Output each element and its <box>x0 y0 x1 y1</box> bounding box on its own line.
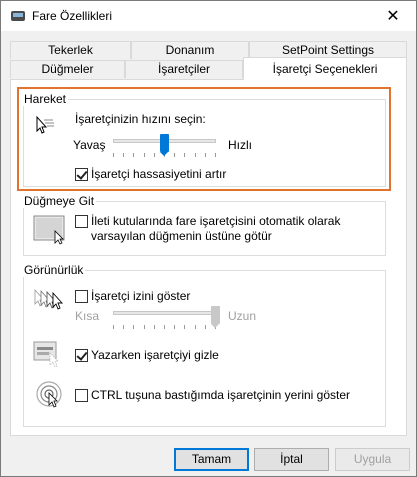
tab-wheel[interactable]: Tekerlek <box>10 41 131 59</box>
snap-to-label-line1[interactable]: İleti kutularında fare işaretçisini otom… <box>91 214 340 228</box>
tab-label: Düğmeler <box>41 62 94 76</box>
slider-tick <box>174 325 175 329</box>
trails-slider-track[interactable] <box>113 311 216 315</box>
close-icon: ✕ <box>386 8 400 25</box>
snap-to-group-title: Düğmeye Git <box>22 194 97 208</box>
precision-label[interactable]: İşaretçi hassasiyetini artır <box>91 167 226 181</box>
slider-tick <box>154 153 155 157</box>
pointer-trails-checkbox[interactable] <box>75 290 88 303</box>
fast-label: Hızlı <box>228 138 252 152</box>
mouse-properties-window: Fare Özellikleri ✕ Tekerlek Donanım SetP… <box>0 0 417 477</box>
snap-to-icon <box>33 215 67 248</box>
trails-slider-thumb[interactable] <box>211 306 220 328</box>
tab-label: Donanım <box>165 43 215 57</box>
slider-tick <box>133 153 134 157</box>
window-title: Fare Özellikleri <box>32 9 113 23</box>
tab-label: Tekerlek <box>48 43 93 57</box>
slider-tick <box>174 153 175 157</box>
slider-tick <box>195 325 196 329</box>
snap-to-label-line2[interactable]: varsayılan düğmenin üstüne götür <box>91 229 272 243</box>
ctrl-locate-icon <box>35 379 65 412</box>
close-button[interactable]: ✕ <box>370 1 416 31</box>
slider-tick <box>205 325 206 329</box>
slider-tick <box>184 325 185 329</box>
hide-while-typing-checkbox[interactable] <box>75 349 88 362</box>
ctrl-locate-label[interactable]: CTRL tuşuna bastığımda işaretçinin yerin… <box>91 388 350 402</box>
title-bar: Fare Özellikleri ✕ <box>1 1 416 31</box>
slider-tick <box>113 325 114 329</box>
mouse-icon <box>10 9 26 23</box>
pointer-speed-icon <box>33 115 55 138</box>
short-label: Kısa <box>75 309 100 323</box>
tab-label: İşaretçi Seçenekleri <box>272 62 378 76</box>
pointer-trails-icon <box>33 286 67 317</box>
slider-tick <box>205 153 206 157</box>
tab-label: SetPoint Settings <box>281 43 375 57</box>
apply-button[interactable]: Uygula <box>335 448 410 471</box>
slider-tick <box>144 153 145 157</box>
tab-buttons[interactable]: Düğmeler <box>10 60 125 78</box>
slow-label: Yavaş <box>73 138 106 152</box>
slider-tick <box>133 325 134 329</box>
slider-tick <box>113 153 114 157</box>
hide-while-typing-icon <box>33 341 63 372</box>
tab-pointers[interactable]: İşaretçiler <box>125 60 243 78</box>
slider-tick <box>123 325 124 329</box>
slider-tick <box>154 325 155 329</box>
long-label: Uzun <box>228 309 257 323</box>
precision-checkbox[interactable] <box>75 168 88 181</box>
slider-tick <box>215 153 216 157</box>
speed-prompt: İşaretçinizin hızını seçin: <box>75 112 206 126</box>
slider-tick <box>123 153 124 157</box>
slider-tick <box>195 153 196 157</box>
pointer-trails-label[interactable]: İşaretçi izini göster <box>91 289 190 303</box>
slider-tick <box>184 153 185 157</box>
snap-to-checkbox[interactable] <box>75 215 88 228</box>
tab-pointer-options[interactable]: İşaretçi Seçenekleri <box>243 57 407 80</box>
cancel-button[interactable]: İptal <box>254 448 329 471</box>
visibility-group-title: Görünürlük <box>22 263 86 277</box>
tab-hardware[interactable]: Donanım <box>131 41 249 59</box>
ok-button[interactable]: Tamam <box>174 448 249 471</box>
slider-tick <box>144 325 145 329</box>
speed-slider-thumb[interactable] <box>160 134 169 156</box>
slider-tick <box>164 325 165 329</box>
ctrl-locate-checkbox[interactable] <box>75 389 88 402</box>
tab-label: İşaretçiler <box>157 62 210 76</box>
hide-while-typing-label[interactable]: Yazarken işaretçiyi gizle <box>91 348 219 362</box>
